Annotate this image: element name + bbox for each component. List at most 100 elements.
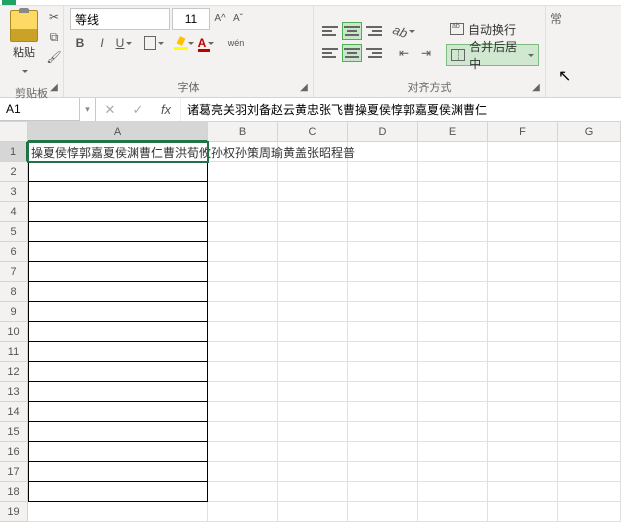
row-header-3[interactable]: 3: [0, 182, 28, 202]
wrap-text-button[interactable]: 自动换行: [446, 18, 539, 40]
cell-G5[interactable]: [558, 222, 621, 242]
font-color-button[interactable]: A: [196, 34, 216, 52]
cell-D19[interactable]: [348, 502, 418, 522]
cell-D8[interactable]: [348, 282, 418, 302]
font-name-input[interactable]: [70, 8, 170, 30]
cell-A19[interactable]: [28, 502, 208, 522]
cell-F15[interactable]: [488, 422, 558, 442]
col-header-C[interactable]: C: [278, 122, 348, 142]
cell-B16[interactable]: [208, 442, 278, 462]
row-header-5[interactable]: 5: [0, 222, 28, 242]
cell-F8[interactable]: [488, 282, 558, 302]
cell-A5[interactable]: [28, 222, 208, 242]
cell-G1[interactable]: [558, 142, 621, 162]
cell-E18[interactable]: [418, 482, 488, 502]
cell-A10[interactable]: [28, 322, 208, 342]
decrease-font-button[interactable]: Aˇ: [230, 11, 246, 27]
font-size-input[interactable]: [172, 8, 210, 30]
orientation-button[interactable]: ab: [394, 22, 414, 40]
cell-G3[interactable]: [558, 182, 621, 202]
cell-F12[interactable]: [488, 362, 558, 382]
row-header-18[interactable]: 18: [0, 482, 28, 502]
cell-B8[interactable]: [208, 282, 278, 302]
copy-button[interactable]: ⧉: [44, 28, 64, 46]
cell-A6[interactable]: [28, 242, 208, 262]
increase-indent-button[interactable]: ⇥: [416, 44, 436, 62]
align-right-button[interactable]: [364, 44, 384, 62]
cell-C7[interactable]: [278, 262, 348, 282]
cell-E13[interactable]: [418, 382, 488, 402]
cell-C16[interactable]: [278, 442, 348, 462]
cell-G18[interactable]: [558, 482, 621, 502]
select-all-corner[interactable]: [0, 122, 28, 142]
cell-G11[interactable]: [558, 342, 621, 362]
clipboard-dialog-launcher[interactable]: ◢: [47, 81, 61, 95]
cell-G17[interactable]: [558, 462, 621, 482]
spreadsheet-grid[interactable]: ABCDEFG1操夏侯惇郭嘉夏侯渊曹仁曹洪荀攸孙权孙策周瑜黄盖张昭程普23456…: [0, 122, 621, 522]
cell-A7[interactable]: [28, 262, 208, 282]
cell-F4[interactable]: [488, 202, 558, 222]
cell-C19[interactable]: [278, 502, 348, 522]
cell-D17[interactable]: [348, 462, 418, 482]
col-header-A[interactable]: A: [28, 122, 208, 142]
cell-G8[interactable]: [558, 282, 621, 302]
align-center-button[interactable]: [342, 44, 362, 62]
cell-E5[interactable]: [418, 222, 488, 242]
cancel-button[interactable]: ✕: [96, 98, 124, 121]
cell-A2[interactable]: [28, 162, 208, 182]
cell-E19[interactable]: [418, 502, 488, 522]
border-button[interactable]: [144, 34, 164, 52]
cell-D6[interactable]: [348, 242, 418, 262]
cell-B12[interactable]: [208, 362, 278, 382]
format-painter-button[interactable]: 🖌: [44, 48, 64, 66]
cell-C13[interactable]: [278, 382, 348, 402]
merge-center-button[interactable]: 合并后居中: [446, 44, 539, 66]
cell-B15[interactable]: [208, 422, 278, 442]
row-header-16[interactable]: 16: [0, 442, 28, 462]
cell-A1[interactable]: 操夏侯惇郭嘉夏侯渊曹仁曹洪荀攸孙权孙策周瑜黄盖张昭程普: [28, 142, 208, 162]
increase-font-button[interactable]: A^: [212, 11, 228, 27]
cell-A4[interactable]: [28, 202, 208, 222]
cell-F3[interactable]: [488, 182, 558, 202]
cell-D16[interactable]: [348, 442, 418, 462]
cell-B17[interactable]: [208, 462, 278, 482]
cell-D1[interactable]: [348, 142, 418, 162]
cell-B10[interactable]: [208, 322, 278, 342]
cell-C15[interactable]: [278, 422, 348, 442]
row-header-10[interactable]: 10: [0, 322, 28, 342]
row-header-1[interactable]: 1: [0, 142, 28, 162]
cell-E2[interactable]: [418, 162, 488, 182]
align-top-button[interactable]: [320, 22, 340, 40]
cell-D10[interactable]: [348, 322, 418, 342]
decrease-indent-button[interactable]: ⇤: [394, 44, 414, 62]
cell-C17[interactable]: [278, 462, 348, 482]
cell-A18[interactable]: [28, 482, 208, 502]
cell-E16[interactable]: [418, 442, 488, 462]
name-box-dropdown[interactable]: ▾: [80, 98, 96, 121]
row-header-8[interactable]: 8: [0, 282, 28, 302]
cell-C12[interactable]: [278, 362, 348, 382]
row-header-13[interactable]: 13: [0, 382, 28, 402]
cell-F16[interactable]: [488, 442, 558, 462]
fill-color-button[interactable]: [174, 34, 194, 52]
cell-G10[interactable]: [558, 322, 621, 342]
cell-B18[interactable]: [208, 482, 278, 502]
cell-C5[interactable]: [278, 222, 348, 242]
alignment-dialog-launcher[interactable]: ◢: [529, 81, 543, 95]
cell-F18[interactable]: [488, 482, 558, 502]
cell-B9[interactable]: [208, 302, 278, 322]
cell-C8[interactable]: [278, 282, 348, 302]
cell-G15[interactable]: [558, 422, 621, 442]
cell-E8[interactable]: [418, 282, 488, 302]
row-header-6[interactable]: 6: [0, 242, 28, 262]
font-dialog-launcher[interactable]: ◢: [297, 81, 311, 95]
cell-D15[interactable]: [348, 422, 418, 442]
cut-button[interactable]: ✂: [44, 8, 64, 26]
cell-B5[interactable]: [208, 222, 278, 242]
row-header-2[interactable]: 2: [0, 162, 28, 182]
cell-G13[interactable]: [558, 382, 621, 402]
cell-C4[interactable]: [278, 202, 348, 222]
cell-E11[interactable]: [418, 342, 488, 362]
cell-B6[interactable]: [208, 242, 278, 262]
enter-button[interactable]: ✓: [124, 98, 152, 121]
